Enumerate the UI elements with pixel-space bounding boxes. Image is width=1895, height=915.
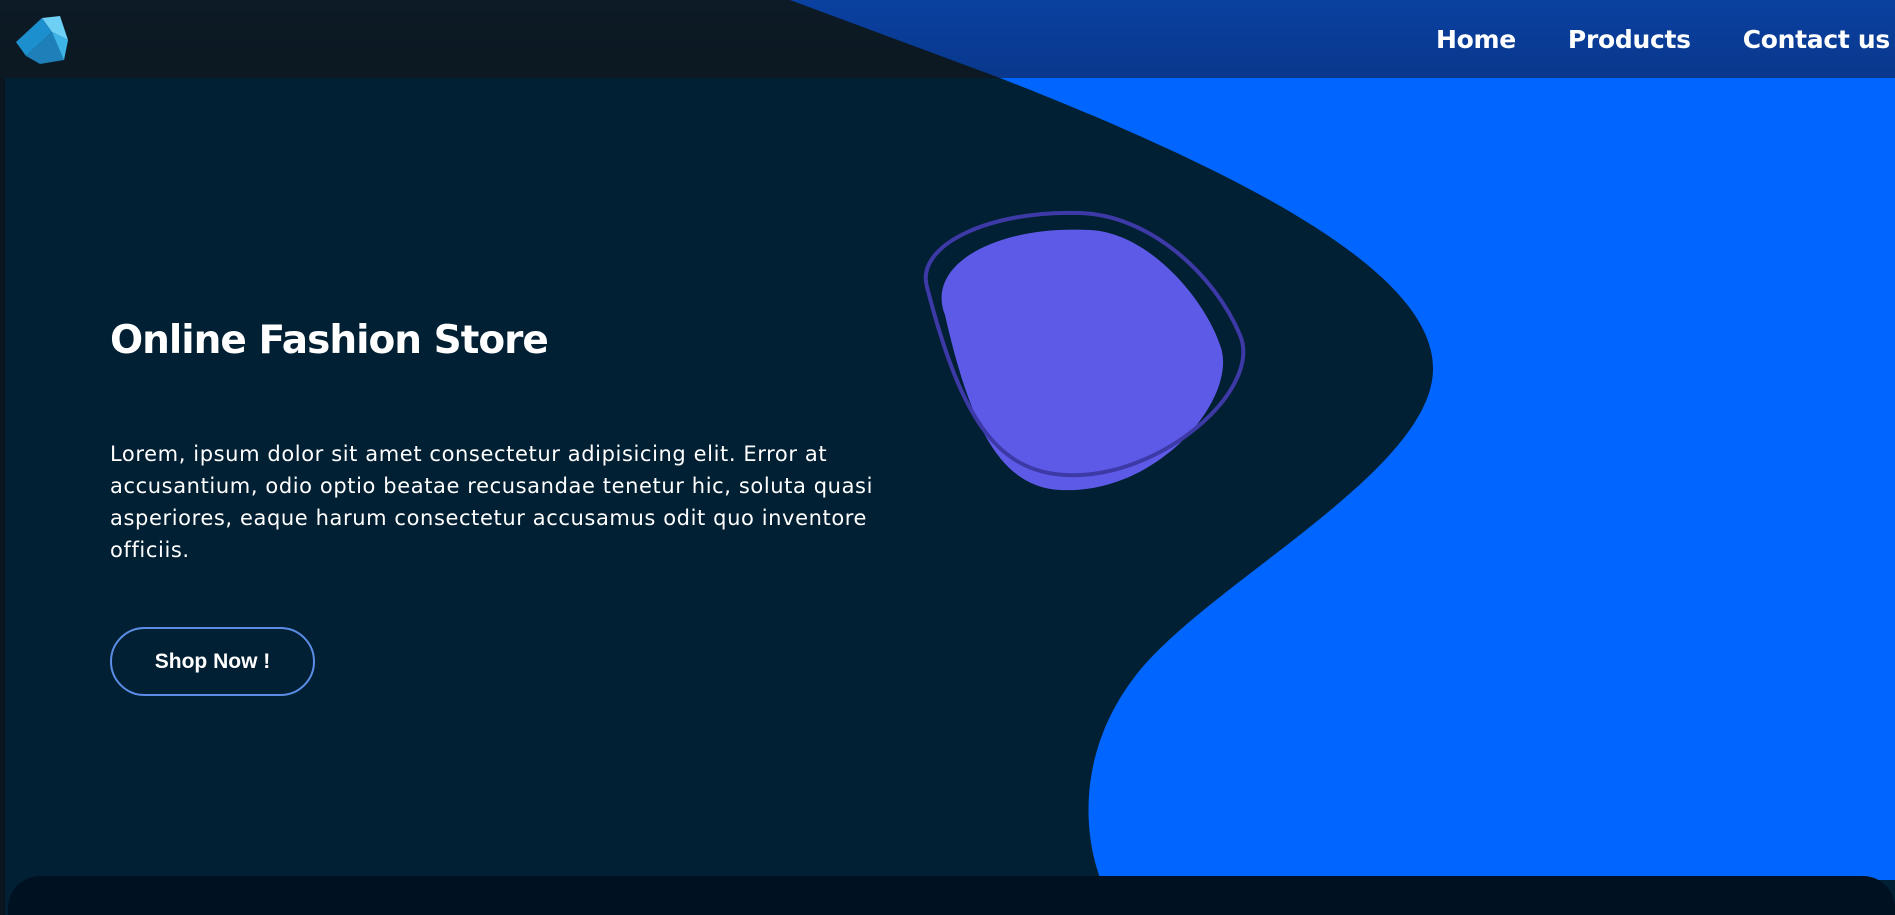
- hero-description: Lorem, ipsum dolor sit amet consectetur …: [110, 442, 874, 562]
- hero-section: Online Fashion Store Lorem, ipsum dolor …: [5, 0, 1895, 915]
- decorative-blob-shape: [923, 210, 1246, 491]
- nav-link-home[interactable]: Home: [1436, 25, 1516, 54]
- cube-logo-icon[interactable]: [14, 12, 70, 64]
- next-section-edge: [8, 876, 1895, 915]
- main-nav: Home Products Contact us: [1436, 0, 1890, 78]
- hero-title: Online Fashion Store: [110, 318, 549, 363]
- shop-now-button[interactable]: Shop Now !: [110, 627, 315, 696]
- nav-link-contact-us[interactable]: Contact us: [1743, 25, 1891, 54]
- page: Online Fashion Store Lorem, ipsum dolor …: [0, 0, 1895, 915]
- navbar: Home Products Contact us: [0, 0, 1895, 78]
- nav-link-products[interactable]: Products: [1568, 25, 1691, 54]
